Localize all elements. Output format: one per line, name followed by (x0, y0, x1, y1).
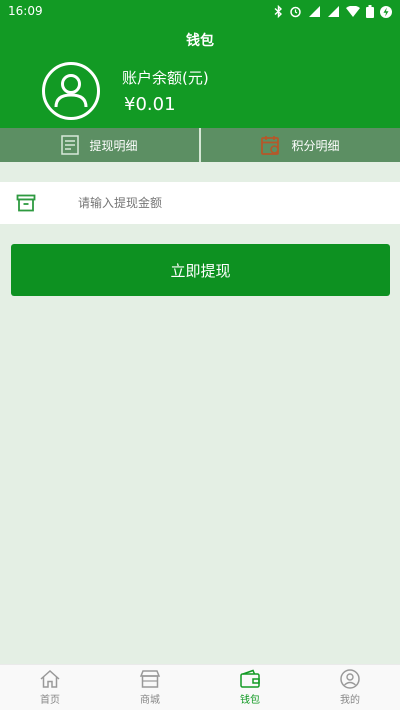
user-icon (340, 669, 360, 689)
balance-value: ¥0.01 (124, 94, 176, 115)
withdraw-now-button[interactable]: 立即提现 (11, 244, 390, 296)
withdraw-detail-button[interactable]: 提现明细 (0, 128, 199, 162)
balance-label: 账户余额(元) (122, 69, 209, 87)
signal-icon (328, 6, 339, 17)
nav-label-store: 商城 (140, 695, 160, 706)
nav-item-store[interactable]: 商城 (100, 665, 200, 710)
user-avatar-icon (54, 74, 88, 108)
bluetooth-icon (274, 5, 283, 18)
points-detail-button[interactable]: 积分明细 (201, 128, 400, 162)
nav-item-home[interactable]: 首页 (0, 665, 100, 710)
nav-label-mine: 我的 (340, 695, 360, 706)
wallet-header: 钱包 账户余额(元) ¥0.01 (0, 24, 400, 128)
home-icon (40, 669, 60, 688)
wifi-icon (346, 5, 360, 17)
battery-icon (366, 5, 374, 18)
points-detail-label: 积分明细 (291, 138, 340, 153)
status-icons (274, 5, 392, 18)
withdraw-amount-input[interactable] (78, 196, 338, 210)
page-title: 钱包 (186, 33, 214, 49)
nav-label-wallet: 钱包 (240, 695, 260, 706)
nav-item-wallet[interactable]: 钱包 (200, 665, 300, 710)
withdraw-detail-label: 提现明细 (89, 138, 138, 153)
signal-icon (309, 6, 320, 17)
status-bar: 16:09 (0, 0, 400, 24)
alarm-icon (290, 6, 301, 18)
withdraw-input-row (0, 182, 400, 224)
points-detail-icon (261, 136, 280, 155)
withdraw-detail-icon (61, 135, 80, 155)
detail-bar: 提现明细 积分明细 (0, 128, 400, 162)
charging-icon (380, 5, 392, 18)
store-icon (139, 670, 161, 688)
nav-label-home: 首页 (40, 695, 60, 706)
avatar[interactable] (42, 62, 100, 120)
bottom-nav: 首页 商城 钱包 我的 (0, 664, 400, 710)
nav-item-mine[interactable]: 我的 (300, 665, 400, 710)
wallet-icon (240, 669, 260, 688)
archive-icon (16, 194, 36, 212)
status-time: 16:09 (8, 4, 43, 18)
